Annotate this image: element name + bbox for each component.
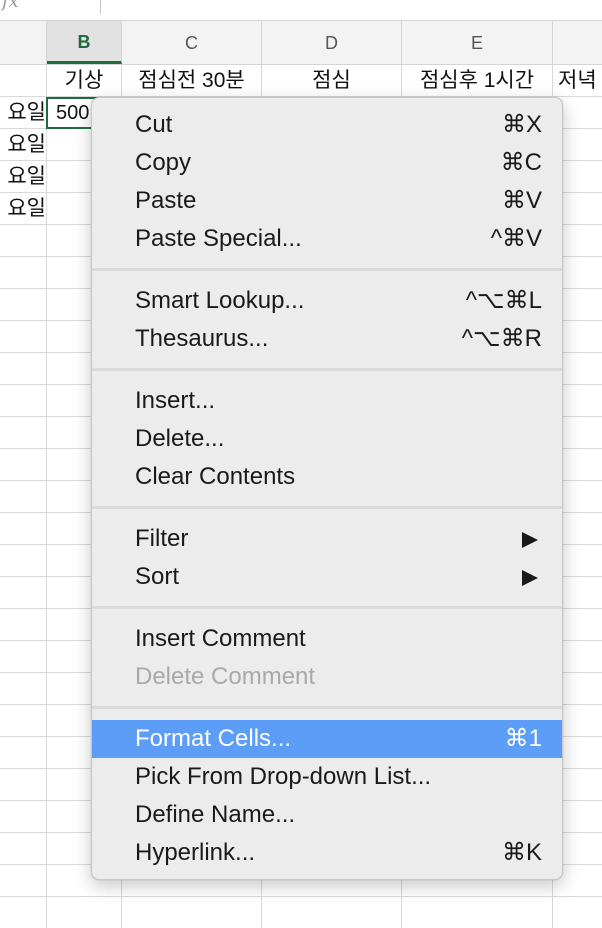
menu-item-label: Paste Special... bbox=[135, 225, 302, 252]
menu-item-label: Paste bbox=[135, 187, 197, 214]
cell-c-header[interactable]: 점심전 30분 bbox=[122, 66, 261, 96]
menu-item-thesaurus[interactable]: Thesaurus... ^⌥⌘R bbox=[92, 320, 562, 358]
menu-item-insert[interactable]: Insert... bbox=[92, 382, 562, 420]
menu-separator bbox=[92, 268, 562, 271]
cell-a-row[interactable]: 요일 bbox=[0, 194, 46, 224]
cell-a-row[interactable]: 요일 bbox=[0, 130, 46, 160]
context-menu: Cut ⌘X Copy ⌘C Paste ⌘V Paste Special...… bbox=[91, 97, 563, 880]
menu-item-delete[interactable]: Delete... bbox=[92, 420, 562, 458]
column-header-row: B C D E bbox=[0, 21, 602, 65]
menu-item-label: Format Cells... bbox=[135, 725, 292, 752]
menu-item-filter[interactable]: Filter bbox=[92, 520, 562, 558]
menu-item-sort[interactable]: Sort bbox=[92, 558, 562, 596]
menu-item-shortcut: ⌘C bbox=[500, 149, 542, 176]
menu-item-shortcut: ^⌥⌘L bbox=[465, 287, 542, 314]
active-cell-value: 500 bbox=[56, 102, 90, 124]
column-header-b[interactable]: B bbox=[47, 21, 122, 64]
column-header-d[interactable]: D bbox=[262, 21, 402, 64]
formula-bar: fx bbox=[0, 0, 602, 21]
cell-b-header[interactable]: 기상 bbox=[47, 66, 121, 96]
menu-item-label: Pick From Drop-down List... bbox=[135, 763, 432, 790]
menu-item-shortcut: ⌘K bbox=[501, 839, 542, 866]
column-header-f[interactable] bbox=[553, 21, 602, 64]
menu-item-shortcut: ^⌘V bbox=[490, 225, 542, 252]
menu-item-shortcut: ^⌥⌘R bbox=[461, 325, 542, 352]
menu-item-label: Smart Lookup... bbox=[135, 287, 305, 314]
row-header-corner[interactable] bbox=[0, 21, 47, 64]
column-header-e[interactable]: E bbox=[402, 21, 553, 64]
menu-item-paste-special[interactable]: Paste Special... ^⌘V bbox=[92, 220, 562, 258]
column-header-c[interactable]: C bbox=[122, 21, 262, 64]
cell-a-row[interactable]: 요일 bbox=[0, 162, 46, 192]
menu-item-label: Thesaurus... bbox=[135, 325, 269, 352]
menu-separator bbox=[92, 706, 562, 709]
menu-item-label: Insert... bbox=[135, 387, 216, 414]
fx-label: fx bbox=[2, 0, 19, 12]
menu-item-label: Sort bbox=[135, 563, 180, 590]
menu-separator bbox=[92, 506, 562, 509]
menu-item-label: Clear Contents bbox=[135, 463, 296, 490]
menu-item-label: Filter bbox=[135, 525, 189, 552]
submenu-arrow-icon bbox=[522, 532, 538, 548]
cell-d-header[interactable]: 점심 bbox=[262, 66, 401, 96]
menu-item-label: Delete Comment bbox=[135, 663, 316, 690]
formula-bar-divider bbox=[100, 0, 101, 14]
menu-item-label: Cut bbox=[135, 111, 173, 138]
gridline-v bbox=[46, 65, 47, 928]
menu-item-define-name[interactable]: Define Name... bbox=[92, 796, 562, 834]
menu-item-pick-from-list[interactable]: Pick From Drop-down List... bbox=[92, 758, 562, 796]
menu-item-format-cells[interactable]: Format Cells... ⌘1 bbox=[92, 720, 562, 758]
menu-item-label: Copy bbox=[135, 149, 192, 176]
menu-separator bbox=[92, 606, 562, 609]
submenu-arrow-icon bbox=[522, 570, 538, 586]
menu-item-label: Delete... bbox=[135, 425, 225, 452]
menu-item-copy[interactable]: Copy ⌘C bbox=[92, 144, 562, 182]
menu-item-clear-contents[interactable]: Clear Contents bbox=[92, 458, 562, 496]
menu-item-delete-comment: Delete Comment bbox=[92, 658, 562, 696]
menu-item-paste[interactable]: Paste ⌘V bbox=[92, 182, 562, 220]
cell-a-row[interactable]: 요일 bbox=[0, 98, 46, 128]
menu-item-shortcut: ⌘V bbox=[501, 187, 542, 214]
menu-item-label: Insert Comment bbox=[135, 625, 306, 652]
cell-e-header[interactable]: 점심후 1시간 bbox=[402, 66, 552, 96]
menu-item-shortcut: ⌘X bbox=[501, 111, 542, 138]
menu-item-insert-comment[interactable]: Insert Comment bbox=[92, 620, 562, 658]
gridline-h bbox=[0, 896, 602, 897]
menu-item-smart-lookup[interactable]: Smart Lookup... ^⌥⌘L bbox=[92, 282, 562, 320]
cell-f-header[interactable]: 저녁 bbox=[558, 66, 602, 96]
menu-item-shortcut: ⌘1 bbox=[504, 725, 542, 752]
menu-separator bbox=[92, 368, 562, 371]
menu-item-label: Define Name... bbox=[135, 801, 296, 828]
menu-item-cut[interactable]: Cut ⌘X bbox=[92, 106, 562, 144]
menu-item-hyperlink[interactable]: Hyperlink... ⌘K bbox=[92, 834, 562, 872]
menu-item-label: Hyperlink... bbox=[135, 839, 256, 866]
